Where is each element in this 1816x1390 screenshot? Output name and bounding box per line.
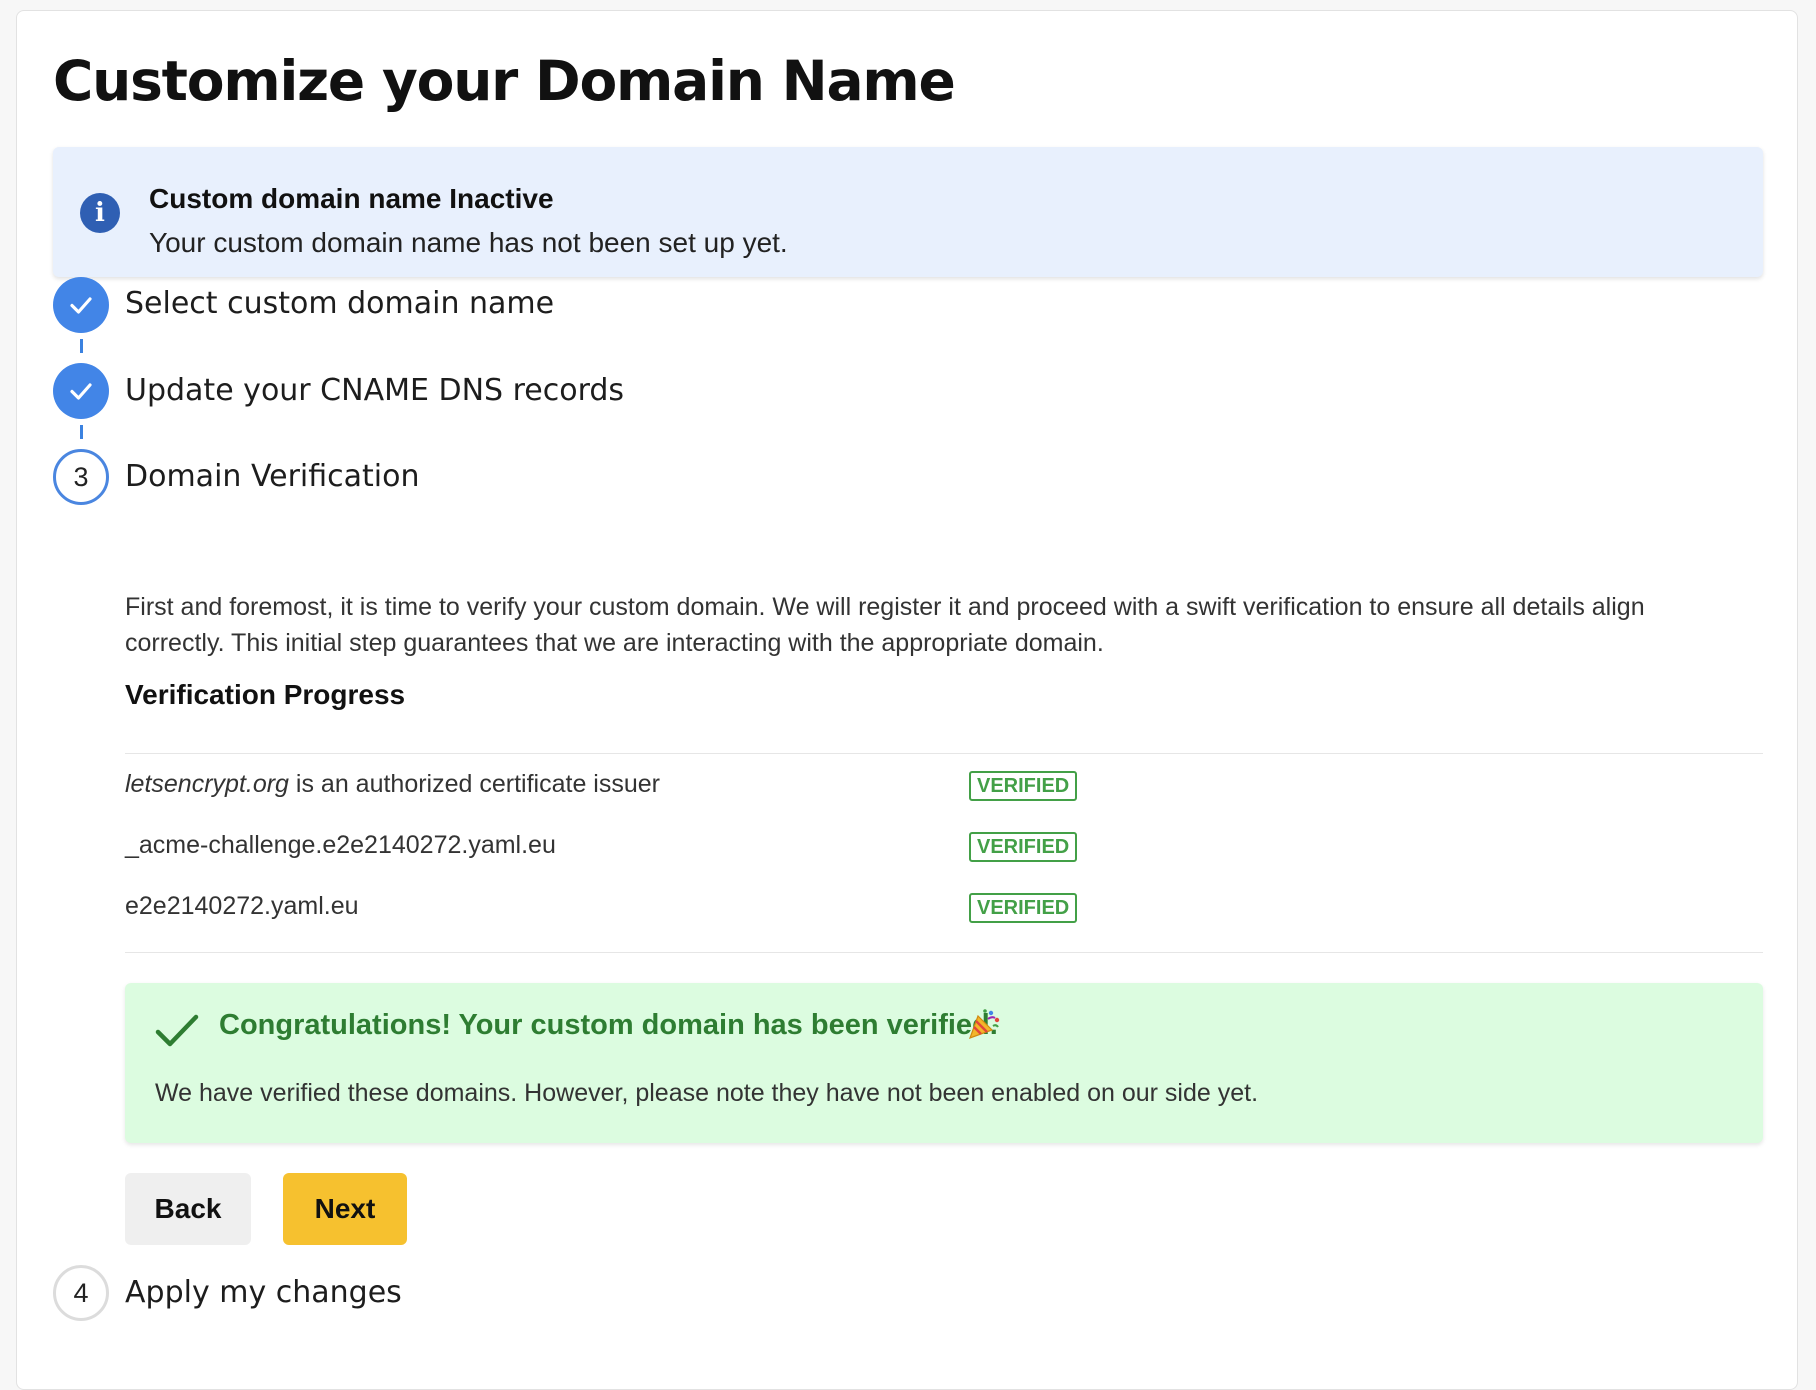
step-connector xyxy=(80,339,83,353)
check-icon xyxy=(70,383,92,400)
step-3-indicator: 3 xyxy=(53,449,109,505)
verification-item-label: _acme-challenge.e2e2140272.yaml.eu xyxy=(125,831,556,859)
info-alert-text: Your custom domain name has not been set… xyxy=(149,227,788,258)
list-item: e2e2140272.yaml.eu VERIFIED xyxy=(125,892,1763,932)
info-icon: i xyxy=(80,193,120,233)
check-icon xyxy=(155,1014,199,1047)
step-4-indicator: 4 xyxy=(53,1265,109,1321)
verification-item-label: letsencrypt.org is an authorized certifi… xyxy=(125,770,660,799)
step-1-indicator xyxy=(53,277,109,333)
list-item: _acme-challenge.e2e2140272.yaml.eu VERIF… xyxy=(125,831,1763,871)
main-card: Customize your Domain Name i Custom doma… xyxy=(16,10,1798,1390)
status-badge: VERIFIED xyxy=(969,832,1078,862)
verification-item-label: e2e2140272.yaml.eu xyxy=(125,892,359,920)
success-alert: Congratulations! Your custom domain has … xyxy=(125,983,1763,1143)
back-button[interactable]: Back xyxy=(125,1173,251,1245)
step-2-indicator xyxy=(53,363,109,419)
list-item: letsencrypt.org is an authorized certifi… xyxy=(125,770,1763,810)
issuer-domain: letsencrypt.org xyxy=(125,770,289,798)
info-alert: i Custom domain name Inactive Your custo… xyxy=(53,147,1763,277)
status-badge: VERIFIED xyxy=(969,893,1078,923)
status-badge: VERIFIED xyxy=(969,771,1078,801)
step-3-label: Domain Verification xyxy=(125,459,420,494)
success-alert-text: We have verified these domains. However,… xyxy=(155,1079,1259,1107)
issuer-description: is an authorized certificate issuer xyxy=(288,770,660,798)
info-alert-title: Custom domain name Inactive xyxy=(149,183,554,214)
verification-progress-heading: Verification Progress xyxy=(125,679,406,710)
success-alert-title: Congratulations! Your custom domain has … xyxy=(219,1009,998,1041)
verification-description: First and foremost, it is time to verify… xyxy=(125,593,1645,657)
step-connector xyxy=(80,425,83,439)
next-button[interactable]: Next xyxy=(283,1173,407,1245)
page-title: Customize your Domain Name xyxy=(53,49,956,113)
verification-progress-list: letsencrypt.org is an authorized certifi… xyxy=(125,753,1763,953)
step-4-label: Apply my changes xyxy=(125,1275,402,1310)
party-popper-icon xyxy=(968,1009,1000,1040)
step-1-label: Select custom domain name xyxy=(125,286,555,321)
check-icon xyxy=(70,297,92,314)
step-2-label: Update your CNAME DNS records xyxy=(125,373,625,408)
